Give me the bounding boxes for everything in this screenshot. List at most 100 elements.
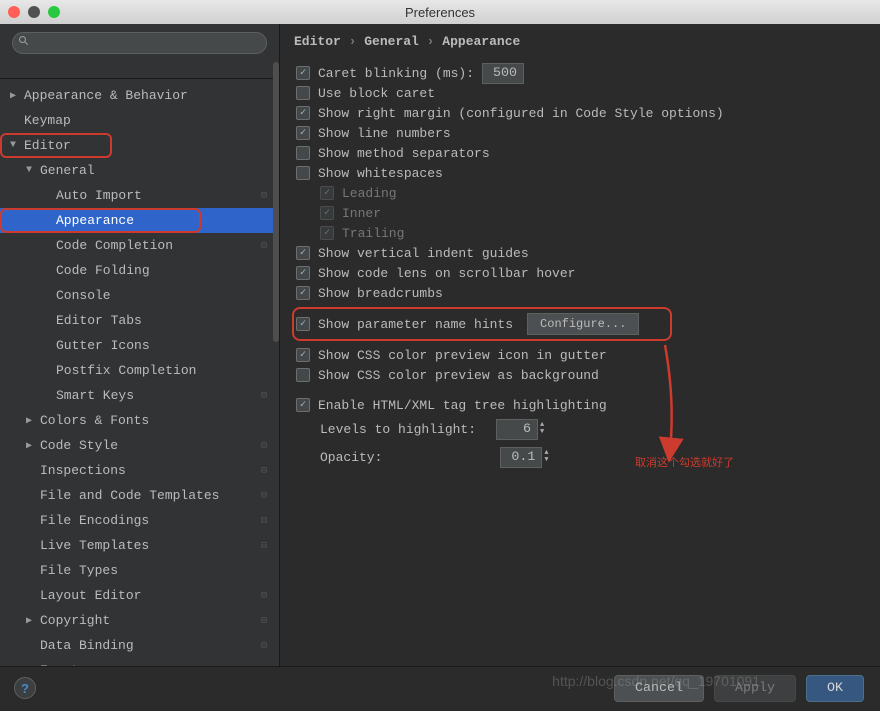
sidebar-item-label: Live Templates [38,538,149,553]
caret-icon: ▶ [26,665,38,667]
tag-tree-checkbox[interactable] [296,398,310,412]
sidebar-item[interactable]: File and Code Templates ⊟ [0,483,279,508]
whitespaces-checkbox[interactable] [296,166,310,180]
project-level-icon: ⊟ [261,515,267,527]
breadcrumb-item: Appearance [442,34,520,49]
css-bg-checkbox[interactable] [296,368,310,382]
css-gutter-label: Show CSS color preview icon in gutter [318,348,607,363]
sidebar-item-label: File Encodings [38,513,149,528]
project-level-icon: ⊟ [261,490,267,502]
sidebar-item-label: Appearance [54,213,134,228]
inner-label: Inner [342,206,381,221]
whitespaces-label: Show whitespaces [318,166,443,181]
sidebar-scrollbar[interactable] [273,62,279,342]
opacity-input[interactable] [500,447,542,468]
sidebar-item-label: Emmet [38,663,79,666]
sidebar-item[interactable]: Layout Editor ⊟ [0,583,279,608]
sidebar-item-label: Copyright [38,613,110,628]
caret-blinking-label: Caret blinking (ms): [318,66,474,81]
breadcrumb-item[interactable]: Editor [294,34,341,49]
breadcrumb-sep: › [427,34,435,49]
sidebar-item-label: Code Style [38,438,118,453]
sidebar-item[interactable]: Auto Import⊟ [0,183,279,208]
block-caret-label: Use block caret [318,86,435,101]
param-hints-highlight: Show parameter name hints Configure... [292,307,672,341]
titlebar: Preferences [0,0,880,24]
sidebar-item[interactable]: ▶Emmet [0,658,279,666]
project-level-icon: ⊟ [261,590,267,602]
method-sep-checkbox[interactable] [296,146,310,160]
tag-tree-label: Enable HTML/XML tag tree highlighting [318,398,607,413]
breadcrumb-item[interactable]: General [364,34,419,49]
sidebar-item[interactable]: Inspections⊟ [0,458,279,483]
inner-checkbox [320,206,334,220]
sidebar-item-label: Keymap [22,113,71,128]
ok-button[interactable]: OK [806,675,864,702]
sidebar-item[interactable]: Appearance [0,208,279,233]
sidebar-item[interactable]: Data Binding ⊟ [0,633,279,658]
caret-icon: ▶ [26,415,38,427]
project-level-icon: ⊟ [261,390,267,402]
sidebar-item[interactable]: Smart Keys⊟ [0,383,279,408]
line-numbers-label: Show line numbers [318,126,451,141]
sidebar-item[interactable]: ▶Colors & Fonts [0,408,279,433]
sidebar-item[interactable]: File Types [0,558,279,583]
param-hints-checkbox[interactable] [296,317,310,331]
project-level-icon: ⊟ [261,615,267,627]
sidebar-item-label: File and Code Templates [38,488,219,503]
sidebar-item[interactable]: Postfix Completion [0,358,279,383]
sidebar-item-label: Auto Import [54,188,142,203]
sidebar-item-label: Data Binding [38,638,134,653]
sidebar-item[interactable]: ▶Copyright⊟ [0,608,279,633]
sidebar-item-label: Layout Editor [38,588,141,603]
settings-tree: ▶Appearance & BehaviorKeymap▼Editor▼Gene… [0,79,279,666]
line-numbers-checkbox[interactable] [296,126,310,140]
block-caret-checkbox[interactable] [296,86,310,100]
sidebar-item[interactable]: Code Folding [0,258,279,283]
sidebar-item[interactable]: Keymap [0,108,279,133]
sidebar-item-label: Editor Tabs [54,313,142,328]
opacity-label: Opacity: [320,450,382,465]
right-margin-checkbox[interactable] [296,106,310,120]
search-input[interactable] [12,32,267,54]
leading-label: Leading [342,186,397,201]
indent-guides-label: Show vertical indent guides [318,246,529,261]
help-button[interactable]: ? [14,677,36,699]
sidebar-item-label: Gutter Icons [54,338,150,353]
sidebar-item[interactable]: Live Templates ⊟ [0,533,279,558]
code-lens-label: Show code lens on scrollbar hover [318,266,575,281]
sidebar-item[interactable]: Console [0,283,279,308]
levels-stepper[interactable]: ▲▼ [540,422,544,436]
content-panel: Editor › General › Appearance Caret blin… [280,24,880,666]
sidebar-item[interactable]: Code Completion⊟ [0,233,279,258]
sidebar: ▶Appearance & BehaviorKeymap▼Editor▼Gene… [0,24,280,666]
levels-input[interactable] [496,419,538,440]
indent-guides-checkbox[interactable] [296,246,310,260]
configure-button[interactable]: Configure... [527,313,639,335]
sidebar-item-label: Colors & Fonts [38,413,149,428]
sidebar-item-label: Appearance & Behavior [22,88,188,103]
project-level-icon: ⊟ [261,640,267,652]
sidebar-item[interactable]: File Encodings ⊟ [0,508,279,533]
css-gutter-checkbox[interactable] [296,348,310,362]
sidebar-item[interactable]: ▼General [0,158,279,183]
sidebar-item[interactable]: ▼Editor [0,133,279,158]
sidebar-item[interactable]: Editor Tabs [0,308,279,333]
caret-icon: ▼ [10,140,22,151]
project-level-icon: ⊟ [261,540,267,552]
annotation-text: 取消这个勾选就好了 [635,454,734,470]
sidebar-item-label: Code Completion [54,238,173,253]
caret-blinking-checkbox[interactable] [296,66,310,80]
trailing-label: Trailing [342,226,404,241]
sidebar-item[interactable]: ▶Code Style⊟ [0,433,279,458]
sidebar-item-label: General [38,163,95,178]
caret-blinking-input[interactable] [482,63,524,84]
settings-pane: Caret blinking (ms): Use block caret Sho… [280,59,880,666]
sidebar-item[interactable]: ▶Appearance & Behavior [0,83,279,108]
caret-icon: ▶ [10,90,22,102]
sidebar-item[interactable]: Gutter Icons [0,333,279,358]
breadcrumbs-checkbox[interactable] [296,286,310,300]
opacity-stepper[interactable]: ▲▼ [544,450,548,464]
code-lens-checkbox[interactable] [296,266,310,280]
levels-label: Levels to highlight: [320,422,476,437]
